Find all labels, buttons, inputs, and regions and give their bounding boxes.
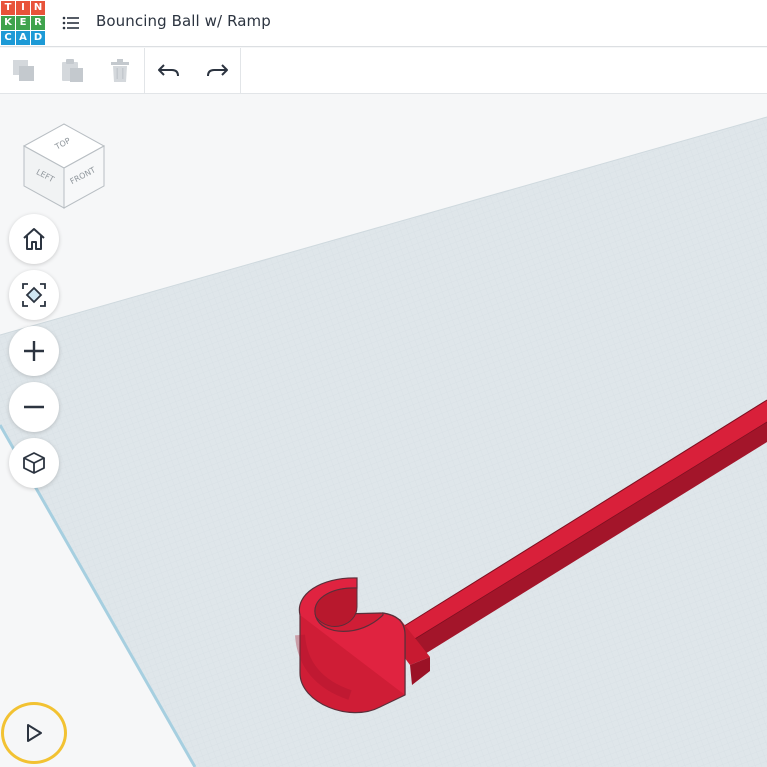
undo-icon — [158, 64, 179, 77]
3d-workspace[interactable] — [0, 95, 767, 767]
view-cube[interactable]: TOP LEFT FRONT — [20, 118, 106, 210]
play-icon — [27, 724, 42, 742]
logo-letter: N — [31, 1, 45, 15]
paste-icon — [62, 59, 83, 82]
cube-icon — [23, 452, 45, 474]
trash-icon — [111, 59, 129, 82]
copy-icon — [13, 60, 34, 81]
home-view-button[interactable] — [9, 214, 59, 264]
logo-letter: I — [16, 1, 30, 15]
paste-button[interactable] — [59, 58, 85, 84]
minus-icon — [24, 405, 44, 409]
copy-button[interactable] — [11, 58, 37, 84]
redo-icon — [207, 64, 228, 77]
fit-view-icon — [22, 283, 46, 307]
play-simulation-button[interactable] — [1, 702, 67, 764]
scene-canvas[interactable] — [0, 95, 767, 767]
projection-button[interactable] — [9, 438, 59, 488]
edit-toolbar — [0, 48, 767, 94]
logo-letter: C — [1, 31, 15, 45]
top-bar: T I N K E R C A D Bouncing Ball w/ Ramp — [0, 0, 767, 47]
logo-letter: R — [31, 16, 45, 30]
delete-button[interactable] — [107, 58, 133, 84]
redo-button[interactable] — [204, 58, 230, 84]
zoom-out-button[interactable] — [9, 382, 59, 432]
toolbar-divider — [144, 48, 145, 93]
logo-letter: T — [1, 1, 15, 15]
fit-view-button[interactable] — [9, 270, 59, 320]
project-title[interactable]: Bouncing Ball w/ Ramp — [96, 12, 271, 30]
logo-letter: D — [31, 31, 45, 45]
plus-icon — [24, 341, 44, 361]
tinkercad-logo[interactable]: T I N K E R C A D — [1, 1, 45, 45]
undo-button[interactable] — [156, 58, 182, 84]
zoom-in-button[interactable] — [9, 326, 59, 376]
home-icon — [23, 228, 45, 250]
toolbar-divider — [240, 48, 241, 93]
logo-letter: E — [16, 16, 30, 30]
logo-letter: K — [1, 16, 15, 30]
list-icon[interactable] — [62, 15, 80, 31]
logo-letter: A — [16, 31, 30, 45]
